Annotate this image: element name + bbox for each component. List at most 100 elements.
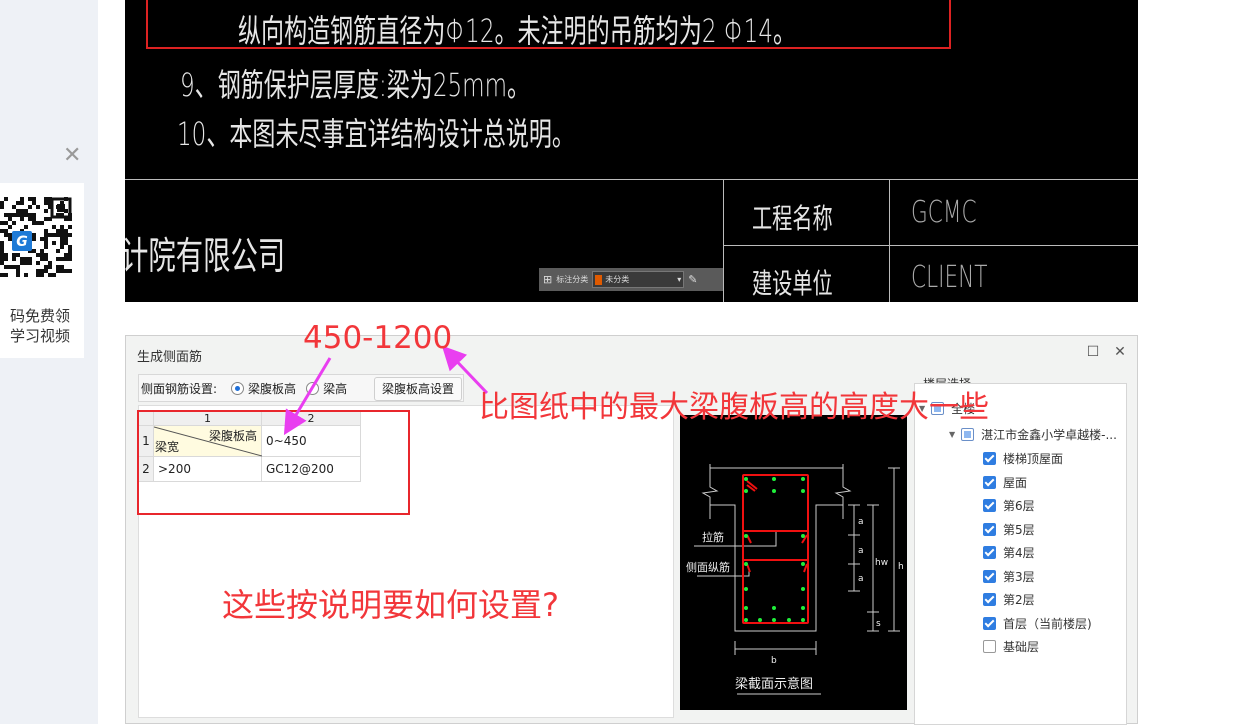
note-line-9: 9、钢筋保护层厚度:梁为25mm。 xyxy=(180,66,531,104)
radio-label: 梁高 xyxy=(323,381,348,396)
web-height-settings-button[interactable]: 梁腹板高设置 xyxy=(374,377,462,401)
dim-hw: hw xyxy=(875,558,888,568)
annotation-category-select[interactable]: 未分类 ▾ xyxy=(592,271,685,288)
note-line: 纵向构造钢筋直径为Φ12。未注明的吊筋均为2 Φ14。 xyxy=(238,12,797,50)
tree-label: 第3层 xyxy=(1003,569,1035,584)
checkbox[interactable] xyxy=(983,499,996,512)
tree-item-floor[interactable]: 第4层 xyxy=(983,544,1035,561)
rebar-dot xyxy=(744,477,748,481)
qr-card: G 码免费领 学习视频 xyxy=(0,183,84,358)
rebar-dot xyxy=(772,606,776,610)
dim-a: a xyxy=(858,574,864,584)
checkbox[interactable] xyxy=(961,428,975,441)
tree-item-floor[interactable]: 屋面 xyxy=(983,474,1027,491)
chevron-down-icon: ▾ xyxy=(677,275,682,284)
checkbox[interactable] xyxy=(983,475,996,489)
project-label: 工程名称 xyxy=(752,202,833,235)
rebar-dot xyxy=(744,618,748,622)
maximize-icon[interactable]: ☐ xyxy=(1085,344,1101,360)
annotation-question: 这些按说明要如何设置? xyxy=(222,586,559,624)
project-value: GCMC xyxy=(911,195,977,230)
client-value: CLIENT xyxy=(911,260,988,295)
rebar-dot xyxy=(801,587,805,591)
annotation-toolbar: ⊞ 标注分类 未分类 ▾ ✎ xyxy=(539,268,723,291)
close-icon[interactable]: ✕ xyxy=(63,145,83,167)
qr-caption: 码免费领 xyxy=(9,307,70,325)
beam-section-diagram: 拉筋 侧面纵筋 a a a hw s h b 梁截面示意图 xyxy=(680,415,907,710)
tree-item-floor[interactable]: 基础层 xyxy=(983,638,1039,655)
checkbox[interactable] xyxy=(983,640,996,653)
rebar-dot xyxy=(758,618,762,622)
dialog-title: 生成侧面筋 xyxy=(137,350,203,365)
client-label: 建设单位 xyxy=(752,267,833,300)
grid-icon[interactable]: ⊞ xyxy=(543,273,552,286)
tree-item-floor[interactable]: 楼梯顶屋面 xyxy=(983,450,1063,467)
tree-item-floor[interactable]: 第6层 xyxy=(983,497,1035,514)
setting-label: 侧面钢筋设置: xyxy=(141,381,218,396)
tree-label: 第2层 xyxy=(1003,593,1035,607)
tie-label: 拉筋 xyxy=(702,530,724,544)
radio-beam-height[interactable] xyxy=(306,381,320,395)
tree-item-floor[interactable]: 第3层 xyxy=(983,568,1035,585)
diagram-title: 梁截面示意图 xyxy=(735,676,813,692)
tree-item-project[interactable]: ▼ 湛江市金鑫小学卓越楼-... xyxy=(949,426,1117,443)
rebar-dot xyxy=(772,477,776,481)
tree-item-floor[interactable]: 第5层 xyxy=(983,521,1035,538)
radio-label: 梁腹板高 xyxy=(248,381,297,396)
annotation-range: 450-1200 xyxy=(303,320,453,356)
tree-label: 第5层 xyxy=(1003,522,1035,537)
annotation-highlight-box xyxy=(137,410,410,515)
checkbox[interactable] xyxy=(983,452,996,465)
tree-label: 楼梯顶屋面 xyxy=(1003,452,1064,466)
rebar-dot xyxy=(744,489,748,493)
checkbox[interactable] xyxy=(983,593,996,606)
side-bar-label: 侧面纵筋 xyxy=(686,560,730,574)
annotation-hint: 比图纸中的最大梁腹板高的高度大一些 xyxy=(479,390,989,425)
dim-b: b xyxy=(771,656,777,666)
rebar-dot xyxy=(801,477,805,481)
tree-item-floor[interactable]: 首层（当前楼层) xyxy=(983,615,1092,632)
rebar-dot xyxy=(801,562,805,566)
rebar-dot xyxy=(744,587,748,591)
left-sidebar xyxy=(0,0,98,724)
tree-label: 湛江市金鑫小学卓越楼-... xyxy=(981,428,1117,442)
color-swatch xyxy=(595,274,603,285)
edit-icon[interactable]: ✎ xyxy=(688,273,697,286)
rebar-dot xyxy=(744,534,748,538)
rebar-dot xyxy=(772,618,776,622)
rebar-dot xyxy=(801,534,805,538)
rebar-dot xyxy=(787,618,791,622)
annotation-category-label: 标注分类 xyxy=(556,275,589,284)
svg-text:G: G xyxy=(16,234,28,250)
tree-item-floor[interactable]: 第2层 xyxy=(983,591,1035,608)
rebar-dot xyxy=(801,618,805,622)
dim-s: s xyxy=(876,619,881,629)
floor-tree: ▼ 全楼 ▼ 湛江市金鑫小学卓越楼-... 楼梯顶屋面 屋面 第6层 第5层 第4层 第3层第… xyxy=(914,383,1127,725)
rebar-dot xyxy=(772,489,776,493)
dim-a: a xyxy=(858,517,864,527)
dim-a: a xyxy=(858,546,864,556)
tree-label: 基础层 xyxy=(1003,640,1040,654)
company-name: 计院有限公司 xyxy=(125,234,286,278)
tree-label: 屋面 xyxy=(1003,475,1028,490)
rebar-dot xyxy=(744,606,748,610)
rebar-dot xyxy=(744,562,748,566)
qr-code: G xyxy=(0,195,72,279)
note-line-10: 10、本图未尽事宜详结构设计总说明。 xyxy=(177,115,575,153)
tree-label: 第4层 xyxy=(1003,546,1035,560)
select-value: 未分类 xyxy=(605,275,630,284)
qr-caption: 学习视频 xyxy=(9,327,70,345)
checkbox[interactable] xyxy=(983,546,996,559)
checkbox[interactable] xyxy=(983,616,996,630)
dim-h: h xyxy=(898,562,904,572)
cad-drawing-view[interactable]: 纵向构造钢筋直径为Φ12。未注明的吊筋均为2 Φ14。 9、钢筋保护层厚度:梁为… xyxy=(125,0,1138,302)
close-icon[interactable]: ✕ xyxy=(1112,344,1128,360)
rebar-dot xyxy=(801,606,805,610)
checkbox[interactable] xyxy=(983,522,996,536)
tree-label: 第6层 xyxy=(1003,499,1035,513)
rebar-dot xyxy=(801,489,805,493)
expand-icon[interactable]: ▼ xyxy=(949,430,955,439)
tree-label: 首层（当前楼层) xyxy=(1003,616,1092,631)
checkbox[interactable] xyxy=(983,569,996,583)
radio-web-height[interactable] xyxy=(231,381,245,395)
